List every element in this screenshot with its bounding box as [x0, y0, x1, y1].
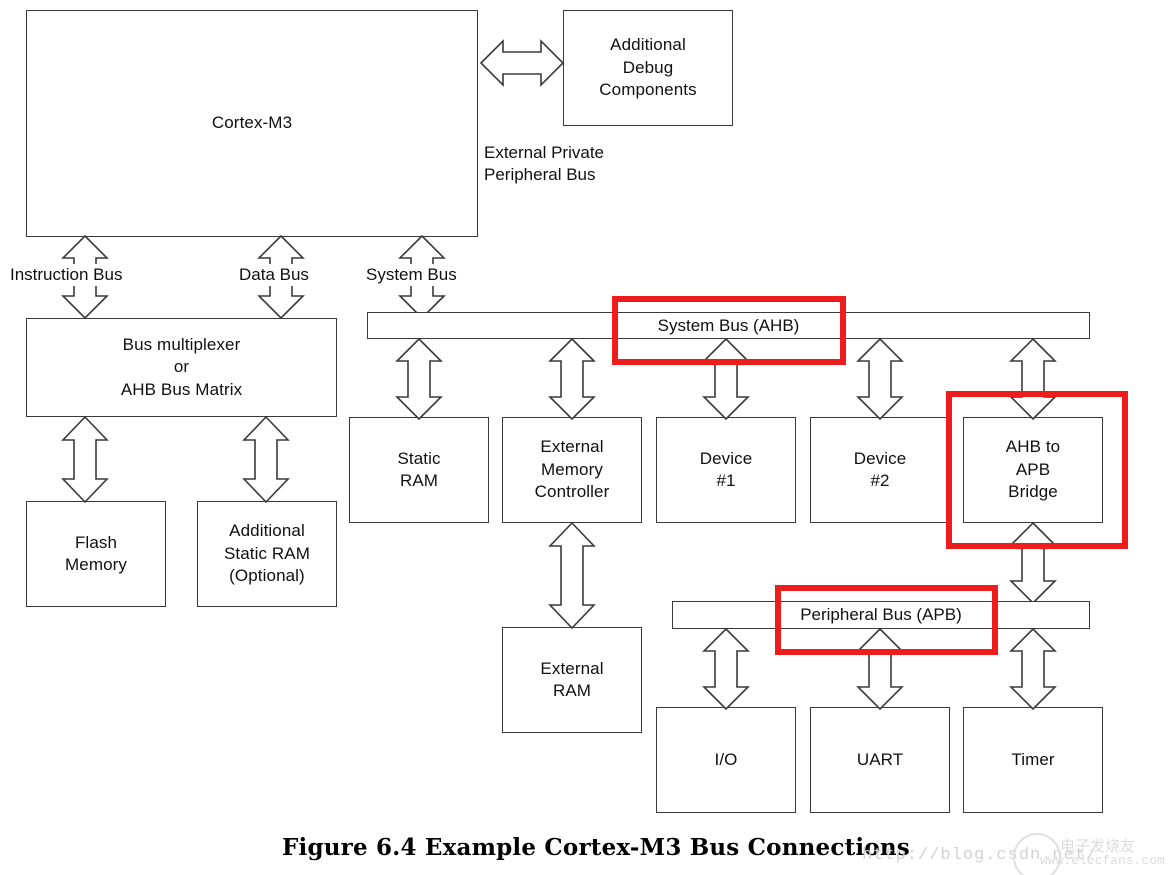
external-memory-controller-block: External Memory Controller [502, 417, 642, 523]
external-memory-controller-label: External Memory Controller [534, 437, 610, 502]
arrow-emc-to-external-ram [541, 521, 603, 630]
static-ram-label: Static RAM [397, 448, 441, 490]
system-bus-core-label: System Bus [364, 264, 459, 287]
additional-debug-components-block: Additional Debug Components [563, 10, 733, 126]
peripheral-bus-apb-label: Peripheral Bus (APB) [800, 605, 962, 624]
flash-memory-block: Flash Memory [26, 501, 166, 607]
system-bus-ahb-label: System Bus (AHB) [657, 315, 800, 335]
arrow-bridge-to-apb [1002, 521, 1064, 605]
arrow-ahb-to-device-1 [695, 337, 757, 421]
arrow-apb-to-uart [849, 627, 911, 711]
static-ram-block: Static RAM [349, 417, 489, 523]
arrow-ahb-to-device-2 [849, 337, 911, 421]
io-label: I/O [714, 749, 738, 769]
cortex-m3-label: Cortex-M3 [211, 113, 293, 133]
data-bus-label: Data Bus [237, 264, 311, 287]
arrow-ahb-to-static-ram [388, 337, 450, 421]
uart-label: UART [856, 749, 904, 769]
bus-multiplexer-label: Bus multiplexer or AHB Bus Matrix [120, 334, 243, 399]
arrow-apb-to-io [695, 627, 757, 711]
cortex-m3-block: Cortex-M3 [26, 10, 478, 237]
arrow-mux-to-additional-sram [235, 415, 297, 504]
device-1-label: Device #1 [699, 448, 753, 490]
arrow-mux-to-flash [54, 415, 116, 504]
peripheral-bus-apb-bar: Peripheral Bus (APB) [672, 601, 1090, 629]
figure-canvas: Cortex-M3 Additional Debug Components Ex… [0, 0, 1169, 875]
watermark-site: www.elecfans.com [1040, 853, 1165, 868]
device-2-label: Device #2 [853, 448, 907, 490]
ahb-to-apb-bridge-block: AHB to APB Bridge [963, 417, 1103, 523]
timer-label: Timer [1011, 749, 1055, 769]
device-2-block: Device #2 [810, 417, 950, 523]
figure-caption: Figure 6.4 Example Cortex-M3 Bus Connect… [282, 834, 910, 861]
timer-block: Timer [963, 707, 1103, 813]
device-1-block: Device #1 [656, 417, 796, 523]
instruction-bus-label: Instruction Bus [8, 264, 125, 287]
system-bus-ahb-bar: System Bus (AHB) [367, 312, 1090, 339]
io-block: I/O [656, 707, 796, 813]
uart-block: UART [810, 707, 950, 813]
ahb-to-apb-bridge-label: AHB to APB Bridge [1005, 437, 1061, 502]
additional-debug-components-label: Additional Debug Components [599, 35, 697, 100]
arrow-ahb-to-external-memory-controller [541, 337, 603, 421]
external-private-peripheral-bus-label: External Private Peripheral Bus [484, 143, 604, 185]
additional-static-ram-label: Additional Static RAM (Optional) [223, 521, 311, 586]
external-ram-label: External RAM [540, 658, 604, 700]
additional-static-ram-block: Additional Static RAM (Optional) [197, 501, 337, 607]
arrow-apb-to-timer [1002, 627, 1064, 711]
bus-multiplexer-block: Bus multiplexer or AHB Bus Matrix [26, 318, 337, 417]
arrow-ahb-to-bridge [1002, 337, 1064, 421]
flash-memory-label: Flash Memory [65, 532, 127, 574]
external-ram-block: External RAM [502, 627, 642, 733]
arrow-cortex-to-debug [479, 32, 565, 94]
